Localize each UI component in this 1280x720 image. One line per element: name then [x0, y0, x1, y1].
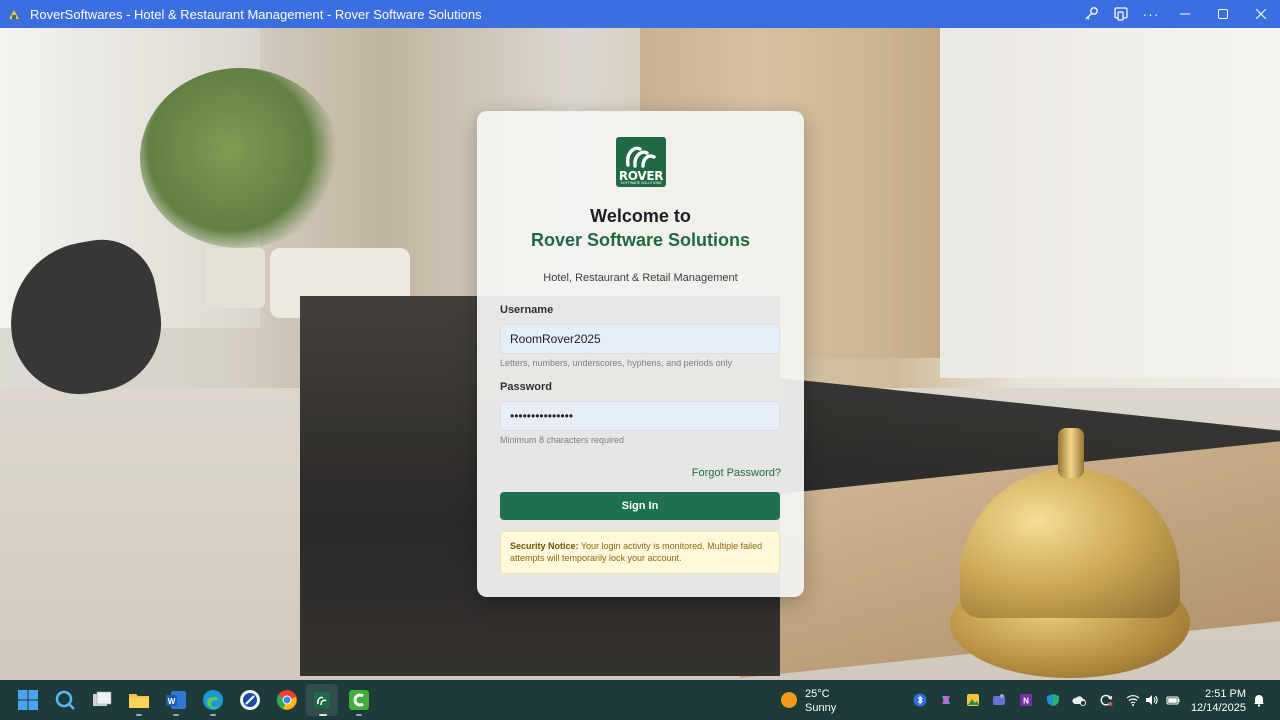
edge-icon[interactable]: [202, 689, 224, 711]
photos-icon[interactable]: [966, 693, 980, 707]
svg-text:W: W: [168, 697, 176, 706]
bluetooth-icon[interactable]: [913, 693, 927, 707]
camtasia-icon[interactable]: [348, 689, 370, 711]
forgot-password-link[interactable]: Forgot Password?: [692, 467, 781, 479]
shortcut-app-icon[interactable]: [239, 689, 261, 711]
onenote-icon[interactable]: N: [1019, 693, 1033, 707]
clock-date[interactable]: 12/14/2025: [1180, 702, 1246, 714]
tagline: Hotel, Restaurant & Retail Management: [543, 272, 738, 284]
window-title: RoverSoftwares - Hotel & Restaurant Mana…: [30, 6, 482, 22]
username-help: Letters, numbers, underscores, hyphens, …: [500, 358, 733, 368]
task-view-icon[interactable]: [91, 689, 113, 711]
defender-icon[interactable]: [1046, 693, 1060, 707]
svg-text:N: N: [1023, 697, 1029, 706]
more-icon[interactable]: ···: [1136, 0, 1166, 28]
username-input[interactable]: RoomRover2025: [500, 324, 780, 354]
weather-condition[interactable]: Sunny: [805, 702, 836, 714]
notice-title: Security Notice:: [510, 541, 579, 551]
password-input[interactable]: •••••••••••••••: [500, 401, 780, 431]
chrome-icon[interactable]: [276, 689, 298, 711]
username-label: Username: [500, 304, 554, 316]
minimize-icon[interactable]: [1166, 0, 1204, 28]
taskbar: [0, 680, 1280, 720]
login-card: ROVER SOFTWARE SOLUTIONS Welcome to Rove…: [477, 111, 804, 597]
security-notice: Security Notice: Your login activity is …: [500, 531, 780, 574]
cast-icon[interactable]: [1106, 0, 1136, 28]
copilot-icon[interactable]: [939, 693, 953, 707]
volume-icon[interactable]: [1145, 693, 1159, 707]
word-icon[interactable]: W: [165, 689, 187, 711]
maximize-icon[interactable]: [1204, 0, 1242, 28]
teams-icon[interactable]: [992, 693, 1006, 707]
sign-in-button[interactable]: Sign In: [500, 492, 780, 520]
title-bar: RoverSoftwares - Hotel & Restaurant Mana…: [0, 0, 1280, 28]
logo-subtext: SOFTWARE SOLUTIONS: [620, 181, 662, 185]
onedrive-icon[interactable]: [1072, 693, 1086, 707]
close-icon[interactable]: [1242, 0, 1280, 28]
key-icon[interactable]: [1076, 0, 1106, 28]
password-help: Minimum 8 characters required: [500, 435, 625, 445]
welcome-heading: Welcome to: [590, 206, 691, 226]
notification-bell-icon[interactable]: [1252, 693, 1266, 707]
file-explorer-icon[interactable]: [128, 689, 150, 711]
search-icon[interactable]: [54, 689, 76, 711]
clock-time[interactable]: 2:51 PM: [1190, 688, 1246, 700]
battery-icon[interactable]: [1166, 693, 1180, 707]
weather-sunny-icon[interactable]: [781, 692, 797, 708]
password-label: Password: [500, 381, 552, 393]
sync-icon[interactable]: [1099, 693, 1113, 707]
start-icon[interactable]: [17, 689, 39, 711]
brand-heading: Rover Software Solutions: [530, 230, 751, 250]
rover-logo: ROVER SOFTWARE SOLUTIONS: [616, 137, 666, 187]
app-icon: [9, 10, 19, 19]
rover-app-icon[interactable]: [311, 689, 333, 711]
weather-temperature[interactable]: 25°C: [805, 688, 830, 700]
wifi-icon[interactable]: [1126, 693, 1140, 707]
